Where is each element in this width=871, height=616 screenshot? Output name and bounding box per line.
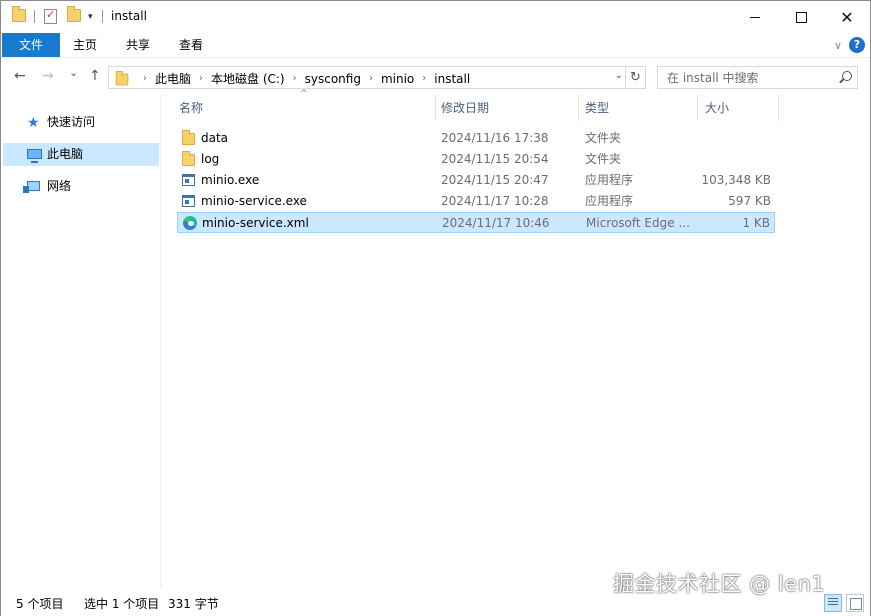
toolbar-divider: [102, 10, 103, 23]
network-icon: [23, 181, 40, 193]
breadcrumb-separator[interactable]: ›: [293, 73, 297, 84]
nav-item-label: 网络: [47, 179, 72, 193]
file-row[interactable]: minio-service.exe 2024/11/17 10:28 应用程序 …: [177, 191, 775, 212]
customize-dropdown-icon[interactable]: ▾: [88, 12, 93, 28]
file-list: ^ 名称 修改日期 类型 大小 data 2024/11/16 17:38 文件…: [162, 89, 870, 587]
minimize-button[interactable]: [732, 1, 778, 33]
breadcrumb-local-disk[interactable]: 本地磁盘 (C:): [211, 70, 285, 87]
file-size: 597 KB: [728, 194, 771, 208]
window-title: install: [111, 9, 147, 23]
navigation-pane: ★ 快速访问 此电脑 网络: [1, 95, 161, 587]
ribbon-tabs: 文件 主页 共享 查看 ∨ ?: [1, 33, 870, 57]
file-type: 文件夹: [585, 152, 622, 166]
close-button[interactable]: ✕: [824, 1, 870, 33]
file-type: 文件夹: [585, 131, 622, 145]
tab-home[interactable]: 主页: [60, 33, 110, 57]
column-divider[interactable]: [778, 95, 779, 121]
folder-icon: [182, 151, 195, 166]
column-header-size[interactable]: 大小: [705, 95, 729, 120]
search-box[interactable]: [657, 66, 858, 89]
status-item-count: 5 个项目: [16, 597, 64, 611]
toolbar-divider: [34, 10, 35, 23]
file-row[interactable]: log 2024/11/15 20:54 文件夹: [177, 149, 775, 170]
column-header-type[interactable]: 类型: [585, 95, 609, 120]
star-icon: ★: [27, 115, 40, 131]
nav-item-this-pc[interactable]: 此电脑: [3, 143, 159, 166]
file-type: 应用程序: [585, 194, 634, 208]
breadcrumb-separator[interactable]: ›: [199, 73, 203, 84]
file-date: 2024/11/15 20:47: [441, 173, 549, 187]
file-date: 2024/11/17 10:28: [441, 194, 549, 208]
refresh-button[interactable]: ↻: [625, 67, 645, 88]
file-row-selected[interactable]: minio-service.xml 2024/11/17 10:46 Micro…: [177, 212, 775, 233]
maximize-button[interactable]: [778, 1, 824, 33]
folder-icon: [182, 130, 195, 145]
file-size: 103,348 KB: [701, 173, 771, 187]
file-row[interactable]: data 2024/11/16 17:38 文件夹: [177, 128, 775, 149]
tab-view[interactable]: 查看: [166, 33, 216, 57]
address-bar[interactable]: › 此电脑 › 本地磁盘 (C:) › sysconfig › minio › …: [108, 66, 646, 89]
folder-icon: [115, 70, 129, 86]
file-name: minio-service.xml: [202, 216, 309, 230]
status-selection: 选中 1 个项目: [84, 597, 160, 611]
status-selection-size: 331 字节: [168, 597, 219, 611]
forward-button[interactable]: →: [42, 68, 54, 84]
nav-item-network[interactable]: 网络: [3, 175, 159, 198]
tab-share[interactable]: 共享: [113, 33, 163, 57]
computer-icon: [27, 149, 42, 163]
breadcrumb-this-pc[interactable]: 此电脑: [155, 70, 191, 87]
title-bar: ▾ install ✕: [1, 1, 870, 33]
nav-item-quick-access[interactable]: ★ 快速访问: [3, 111, 159, 134]
ribbon-expand-icon[interactable]: ∨: [834, 39, 842, 52]
breadcrumb-install[interactable]: install: [434, 72, 470, 86]
search-icon[interactable]: [842, 71, 852, 81]
help-icon[interactable]: ?: [849, 37, 865, 53]
file-type: Microsoft Edge ...: [586, 216, 690, 230]
file-name: data: [201, 131, 229, 145]
nav-item-label: 此电脑: [47, 147, 84, 161]
breadcrumb-separator[interactable]: ›: [369, 73, 373, 84]
file-name: minio.exe: [201, 173, 260, 187]
details-view-button[interactable]: [824, 594, 842, 612]
recent-locations-icon[interactable]: ⌄: [69, 66, 78, 79]
column-header-date[interactable]: 修改日期: [441, 95, 489, 120]
file-type: 应用程序: [585, 173, 634, 187]
breadcrumb-sysconfig[interactable]: sysconfig: [305, 72, 361, 86]
search-input[interactable]: [658, 67, 828, 88]
file-name: minio-service.exe: [201, 194, 307, 208]
new-folder-icon[interactable]: [67, 6, 81, 25]
nav-item-label: 快速访问: [47, 115, 96, 129]
file-date: 2024/11/17 10:46: [442, 216, 550, 230]
file-size: 1 KB: [742, 216, 770, 230]
edge-icon: [183, 216, 197, 230]
large-icons-view-button[interactable]: [846, 594, 864, 612]
file-name: log: [201, 152, 220, 166]
explorer-window: ▾ install ✕ 文件 主页 共享 查看 ∨ ? ← → ⌄ ↑ › 此电…: [0, 0, 871, 616]
tab-file[interactable]: 文件: [2, 33, 60, 57]
breadcrumb-separator[interactable]: ›: [143, 73, 147, 84]
application-icon: [182, 195, 195, 207]
column-divider[interactable]: [435, 95, 436, 121]
column-divider[interactable]: [578, 95, 579, 121]
folder-icon[interactable]: [12, 6, 26, 25]
up-button[interactable]: ↑: [89, 68, 101, 84]
file-date: 2024/11/16 17:38: [441, 131, 549, 145]
properties-icon[interactable]: [44, 8, 57, 25]
address-toolbar: ← → ⌄ ↑ › 此电脑 › 本地磁盘 (C:) › sysconfig › …: [1, 57, 870, 95]
column-divider[interactable]: [697, 95, 698, 121]
breadcrumb-minio[interactable]: minio: [381, 72, 414, 86]
sort-ascending-icon: ^: [300, 89, 308, 99]
application-icon: [182, 174, 195, 186]
file-row[interactable]: minio.exe 2024/11/15 20:47 应用程序 103,348 …: [177, 170, 775, 191]
watermark: 掘金技术社区 @ len1: [613, 572, 826, 596]
file-date: 2024/11/15 20:54: [441, 152, 549, 166]
address-dropdown-icon[interactable]: ⌄: [615, 70, 623, 81]
back-button[interactable]: ←: [14, 68, 26, 84]
breadcrumb: › 此电脑 › 本地磁盘 (C:) › sysconfig › minio › …: [135, 70, 470, 87]
column-header-name[interactable]: 名称: [179, 95, 203, 120]
breadcrumb-separator[interactable]: ›: [422, 73, 426, 84]
